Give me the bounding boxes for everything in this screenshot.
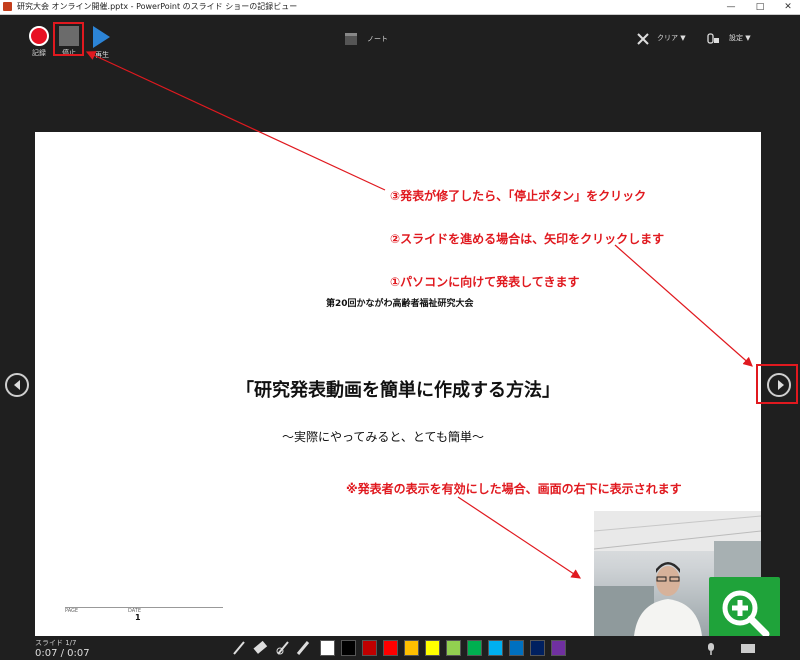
ink-color-swatch[interactable] <box>341 640 356 656</box>
arrow-to-next <box>614 244 753 367</box>
laser-icon[interactable] <box>276 641 289 655</box>
prev-slide-button[interactable] <box>5 373 29 397</box>
pen-icon[interactable] <box>233 641 245 655</box>
mic-icon[interactable] <box>705 642 717 656</box>
ink-color-swatch[interactable] <box>383 640 398 656</box>
recording-timer: 0:07 / 0:07 <box>35 648 90 659</box>
ink-tools <box>233 640 310 655</box>
eraser-icon[interactable] <box>253 640 268 654</box>
arrow-to-stop <box>85 51 386 191</box>
next-highlight-box <box>756 364 798 404</box>
camera-icon[interactable] <box>740 642 756 654</box>
slide-counter: スライド 1/7 <box>35 639 77 647</box>
ink-color-swatch[interactable] <box>425 640 440 656</box>
ink-color-swatch[interactable] <box>467 640 482 656</box>
prev-arrow-icon <box>14 380 20 390</box>
bottom-bar <box>0 636 800 660</box>
ink-color-swatch[interactable] <box>530 640 545 656</box>
arrow-to-camera <box>457 496 581 579</box>
highlighter-icon[interactable] <box>296 641 310 655</box>
ink-color-swatch[interactable] <box>446 640 461 656</box>
ink-color-swatch[interactable] <box>362 640 377 656</box>
ink-color-swatch[interactable] <box>404 640 419 656</box>
ink-color-swatch[interactable] <box>551 640 566 656</box>
ink-color-swatch[interactable] <box>320 640 335 656</box>
ink-color-swatch[interactable] <box>488 640 503 656</box>
ink-color-swatch[interactable] <box>509 640 524 656</box>
